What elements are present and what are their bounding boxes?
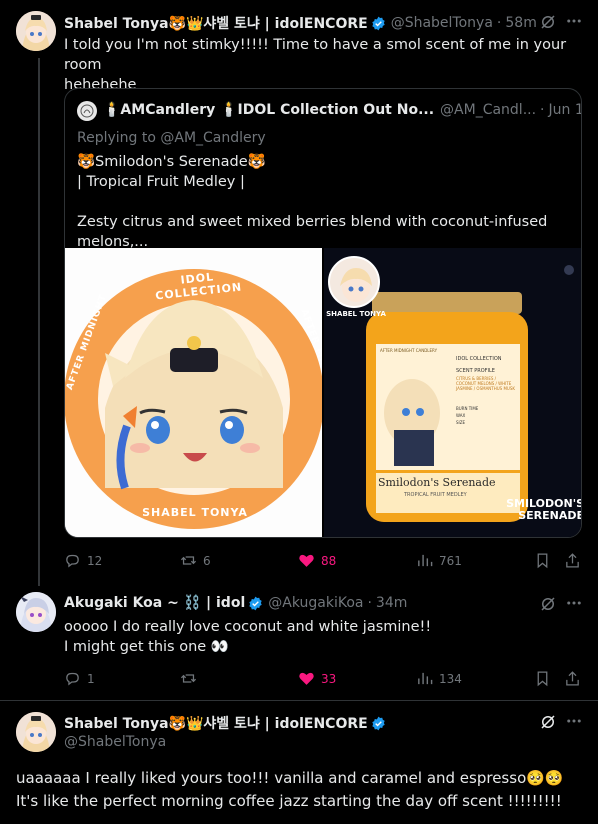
- share-button[interactable]: [564, 670, 581, 691]
- quoted-tweet[interactable]: 🕯️AMCandlery 🕯️IDOL Collection Out No...…: [64, 88, 582, 538]
- share-button[interactable]: [564, 552, 581, 573]
- views-icon: [418, 554, 433, 567]
- like-count: 33: [321, 671, 337, 686]
- reply-button[interactable]: 12: [64, 552, 102, 569]
- avatar-shabel-icon: [16, 712, 56, 752]
- verified-icon: [249, 596, 262, 610]
- more-icon[interactable]: [565, 594, 583, 616]
- bookmark-icon: [537, 553, 548, 569]
- product-caption: SMILODON'S SERENADE: [506, 497, 582, 522]
- verified-icon: [372, 716, 385, 730]
- candlery-logo-icon: [80, 104, 94, 118]
- views-icon: [418, 672, 433, 685]
- views-button[interactable]: 761: [416, 552, 462, 569]
- bookmark-button[interactable]: [534, 552, 551, 573]
- bookmark-button[interactable]: [534, 670, 551, 691]
- views-count: 134: [439, 671, 462, 686]
- jar-subtitle: TROPICAL FRUIT MEDLEY: [404, 492, 467, 498]
- quote-image-candle[interactable]: SHABEL TONYA AFTER MIDNIGHT CANDLERY IDO…: [324, 248, 582, 537]
- quote-subtitle: | Tropical Fruit Medley |: [77, 174, 245, 190]
- tweet-text: I might get this one 👀: [64, 639, 229, 655]
- jar-label-size: SIZE: [456, 420, 465, 425]
- author-name[interactable]: Shabel Tonya🐯👑샤벨 토냐 | idolENCORE: [64, 713, 368, 733]
- thread-line: [38, 58, 40, 586]
- views-button[interactable]: 134: [416, 670, 462, 687]
- tweet-text: I told you I'm not stimky!!!!! Time to h…: [64, 37, 567, 73]
- repost-button[interactable]: 6: [180, 552, 211, 569]
- quote-title: 🐯Smilodon's Serenade🐯: [77, 154, 266, 170]
- reply-icon: [66, 672, 79, 686]
- author-handle[interactable]: @ShabelTonya: [64, 734, 166, 750]
- divider: [0, 700, 598, 701]
- reply-button[interactable]: 1: [64, 670, 95, 687]
- reply-count: 12: [87, 553, 103, 568]
- repost-icon: [180, 674, 197, 683]
- candlery-avatar[interactable]: [77, 101, 97, 121]
- more-icon[interactable]: [565, 12, 583, 34]
- timestamp[interactable]: 58m: [505, 15, 536, 31]
- repost-count: 6: [203, 553, 211, 568]
- reply-count: 1: [87, 671, 95, 686]
- grok-icon[interactable]: [539, 713, 557, 735]
- avatar-shabel-icon: [16, 11, 56, 51]
- jar-label-profile: SCENT PROFILE: [456, 368, 495, 374]
- views-count: 761: [439, 553, 462, 568]
- author-name[interactable]: Shabel Tonya🐯👑샤벨 토냐 | idolENCORE: [64, 13, 368, 33]
- heart-icon: [299, 672, 314, 685]
- author-handle[interactable]: @AkugakiKoa: [268, 595, 363, 611]
- like-button[interactable]: 33: [298, 670, 336, 687]
- sticker-text: SHABEL TONYA: [326, 310, 386, 318]
- more-icon[interactable]: [565, 712, 583, 734]
- grok-icon[interactable]: [539, 595, 557, 617]
- badge-text-bottom: SHABEL TONYA: [142, 506, 248, 519]
- grok-icon[interactable]: [539, 13, 557, 35]
- action-bar: 1 33 134: [64, 669, 584, 689]
- like-count: 88: [321, 553, 337, 568]
- sticker-avatar: [328, 256, 380, 308]
- repost-button[interactable]: [180, 670, 203, 687]
- repost-icon: [180, 556, 197, 565]
- verified-icon: [372, 16, 385, 30]
- jar-label-wax: WAX: [456, 413, 466, 418]
- share-icon: [566, 553, 579, 568]
- tweet-text: It's like the perfect morning coffee jaz…: [16, 792, 562, 810]
- quote-author-name[interactable]: 🕯️AMCandlery 🕯️IDOL Collection Out No...: [103, 102, 434, 118]
- heart-icon: [299, 554, 314, 567]
- avatar[interactable]: [16, 11, 56, 51]
- author-handle[interactable]: @ShabelTonya: [391, 15, 493, 31]
- quote-body: Zesty citrus and sweet mixed berries ble…: [77, 214, 548, 250]
- reply-icon: [66, 554, 79, 568]
- tweet-text: ooooo I do really love coconut and white…: [64, 619, 432, 635]
- jar-brand: AFTER MIDNIGHT CANDLERY: [380, 348, 438, 353]
- avatar[interactable]: [16, 712, 56, 752]
- jar-label-notes: CITRUS & BERRIES / COCONUT MELONS / WHIT…: [456, 376, 516, 391]
- tweet-text: uaaaaaa I really liked yours too!!! vani…: [16, 769, 564, 787]
- replying-to[interactable]: Replying to @AM_Candlery: [77, 130, 266, 146]
- action-bar: 12 6 88 761: [64, 551, 584, 571]
- bookmark-icon: [537, 671, 548, 687]
- avatar[interactable]: [16, 592, 56, 632]
- share-icon: [566, 671, 579, 686]
- quote-timestamp[interactable]: Jun 1: [549, 102, 582, 118]
- author-name[interactable]: Akugaki Koa ~ ⛓️ | idol: [64, 595, 245, 611]
- quote-image-badge[interactable]: IDOL COLLECTION AFTER MIDNIGHT AFTER MID…: [65, 248, 322, 537]
- avatar-koa-icon: [16, 592, 56, 632]
- jar-title: Smilodon's Serenade: [378, 476, 496, 489]
- jar-label-burn: BURN TIME: [456, 406, 479, 411]
- timestamp[interactable]: 34m: [376, 595, 407, 611]
- quote-author-handle[interactable]: @AM_Candl...: [440, 102, 536, 118]
- like-button[interactable]: 88: [298, 552, 336, 569]
- jar-label-idol: IDOL COLLECTION: [456, 356, 502, 362]
